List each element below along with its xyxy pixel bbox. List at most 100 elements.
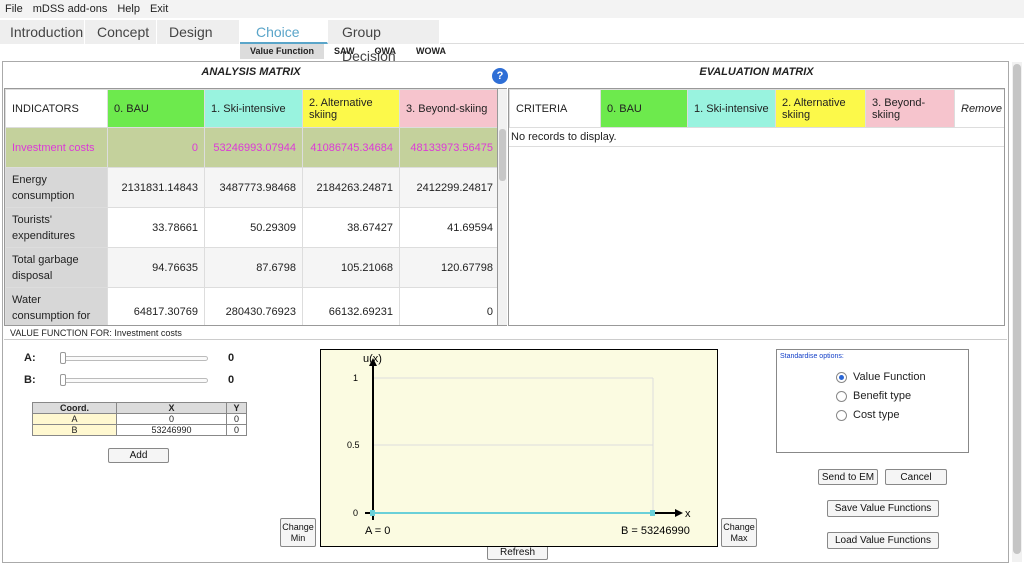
slider-a-value: 0	[228, 352, 235, 364]
evaluation-matrix: CRITERIA 0. BAU 1. Ski-intensive 2. Alte…	[508, 88, 1005, 326]
slider-b-label: B:	[24, 374, 36, 386]
page-scrollbar[interactable]	[1012, 62, 1022, 562]
header-alternative-skiing[interactable]: 2. Alternative skiing	[775, 89, 866, 128]
table-cell[interactable]: 0	[116, 413, 227, 425]
subtab-owa[interactable]: OWA	[365, 44, 407, 59]
slider-b-handle[interactable]	[60, 374, 66, 386]
subtab-saw[interactable]: SAW	[324, 44, 365, 59]
x-axis-arrow	[675, 509, 683, 517]
table-cell: 120.67798	[399, 247, 497, 288]
table-cell: 3487773.98468	[204, 167, 303, 208]
subtab-wowa[interactable]: WOWA	[406, 44, 456, 59]
subtab-value-function[interactable]: Value Function	[240, 44, 325, 59]
option-cost-type[interactable]: Cost type	[836, 409, 899, 421]
point-a[interactable]	[370, 510, 375, 516]
cancel-button[interactable]: Cancel	[885, 469, 947, 485]
table-cell[interactable]: 0	[226, 424, 247, 436]
evaluation-header-row: CRITERIA 0. BAU 1. Ski-intensive 2. Alte…	[509, 89, 1004, 128]
analysis-scrollbar[interactable]	[498, 88, 507, 326]
option-benefit-type[interactable]: Benefit type	[836, 390, 911, 402]
header-bau[interactable]: 0. BAU	[600, 89, 688, 128]
tab-introduction[interactable]: Introduction	[0, 20, 85, 44]
row-label: Investment costs	[5, 127, 108, 168]
radio-icon[interactable]	[836, 390, 847, 402]
scrollbar-thumb[interactable]	[499, 129, 506, 181]
table-row[interactable]: Total garbage disposal 94.76635 87.6798 …	[5, 247, 497, 288]
y-axis-label: u(x)	[363, 353, 382, 365]
y-tick-label: 0	[353, 508, 358, 518]
table-row[interactable]: Energy consumption 2131831.14843 3487773…	[5, 167, 497, 208]
header-beyond-skiing[interactable]: 3. Beyond-skiing	[399, 89, 497, 128]
add-button[interactable]: Add	[108, 448, 169, 463]
y-tick-label: 0.5	[347, 440, 360, 450]
header-bau[interactable]: 0. BAU	[107, 89, 205, 128]
chart-svg: u(x) x 1 0.5 0 A = 0 B = 53246990	[347, 353, 691, 537]
menu-exit[interactable]: Exit	[145, 3, 173, 15]
table-row[interactable]: Investment costs 0 53246993.07944 410867…	[5, 127, 497, 168]
point-b-label: B = 53246990	[621, 525, 690, 537]
coord-header: Coord.	[32, 402, 117, 414]
menu-help[interactable]: Help	[112, 3, 145, 15]
table-cell: 41086745.34684	[302, 127, 400, 168]
tab-choice[interactable]: Choice	[240, 20, 328, 44]
load-value-functions-button[interactable]: Load Value Functions	[827, 532, 939, 549]
question-icon[interactable]: ?	[492, 68, 508, 84]
header-beyond-skiing[interactable]: 3. Beyond-skiing	[865, 89, 955, 128]
slider-b-track[interactable]	[60, 378, 208, 383]
table-cell: 38.67427	[302, 207, 400, 248]
menu-file[interactable]: File	[0, 3, 28, 15]
table-cell: 105.21068	[302, 247, 400, 288]
change-min-button[interactable]: Change Min	[280, 518, 316, 547]
table-cell: A	[32, 413, 117, 425]
table-row[interactable]: A 0 0	[32, 413, 247, 425]
table-cell[interactable]: 53246990	[116, 424, 227, 436]
menu-mdss-addons[interactable]: mDSS add-ons	[28, 3, 113, 15]
option-label: Value Function	[853, 371, 926, 383]
tab-group-decision[interactable]: Group Decision	[328, 20, 440, 64]
header-criteria[interactable]: CRITERIA	[509, 89, 601, 128]
table-cell: 41.69594	[399, 207, 497, 248]
tab-concept[interactable]: Concept	[85, 20, 157, 44]
table-row[interactable]: Tourists' expenditures 33.78661 50.29309…	[5, 207, 497, 248]
table-cell: 94.76635	[107, 247, 205, 288]
table-cell: 53246993.07944	[204, 127, 303, 168]
option-label: Cost type	[853, 409, 900, 421]
table-cell: 50.29309	[204, 207, 303, 248]
table-cell: 0	[107, 127, 205, 168]
table-cell: 2184263.24871	[302, 167, 400, 208]
table-cell: 66132.69231	[302, 287, 400, 325]
save-value-functions-button[interactable]: Save Value Functions	[827, 500, 939, 517]
analysis-matrix-title: ANALYSIS MATRIX	[201, 66, 301, 78]
table-cell: 280430.76923	[204, 287, 303, 325]
slider-b-value: 0	[228, 374, 235, 386]
header-alternative-skiing[interactable]: 2. Alternative skiing	[302, 89, 400, 128]
send-to-em-button[interactable]: Send to EM	[818, 469, 878, 485]
options-title: Standardise options:	[780, 353, 844, 360]
table-row[interactable]: B 53246990 0	[32, 424, 247, 436]
change-max-button[interactable]: Change Max	[721, 518, 757, 547]
tab-design[interactable]: Design	[157, 20, 240, 44]
table-cell[interactable]: 0	[226, 413, 247, 425]
slider-a-handle[interactable]	[60, 352, 66, 364]
y-tick-label: 1	[353, 373, 358, 383]
analysis-header-row: INDICATORS 0. BAU 1. Ski-intensive 2. Al…	[5, 89, 497, 128]
header-indicators[interactable]: INDICATORS	[5, 89, 108, 128]
table-row[interactable]: Water consumption for 64817.30769 280430…	[5, 287, 497, 325]
header-ski-intensive[interactable]: 1. Ski-intensive	[204, 89, 303, 128]
header-remove[interactable]: Remove	[954, 89, 1004, 128]
menu-bar: File mDSS add-ons Help Exit	[0, 0, 1024, 18]
point-b[interactable]	[650, 510, 655, 516]
analysis-matrix: INDICATORS 0. BAU 1. Ski-intensive 2. Al…	[4, 88, 498, 326]
main-tabs: Introduction Concept Design Choice Group…	[0, 20, 1024, 64]
row-label: Tourists' expenditures	[5, 207, 108, 248]
choice-subtabs: Value Function SAW OWA WOWA	[240, 44, 456, 59]
radio-selected-icon[interactable]	[836, 371, 847, 383]
row-label: Energy consumption	[5, 167, 108, 208]
slider-a-track[interactable]	[60, 356, 208, 361]
option-value-function[interactable]: Value Function	[836, 371, 926, 383]
header-ski-intensive[interactable]: 1. Ski-intensive	[687, 89, 776, 128]
x-axis-label: x	[685, 508, 691, 520]
table-cell: B	[32, 424, 117, 436]
scrollbar-thumb[interactable]	[1013, 64, 1021, 554]
radio-icon[interactable]	[836, 409, 847, 421]
